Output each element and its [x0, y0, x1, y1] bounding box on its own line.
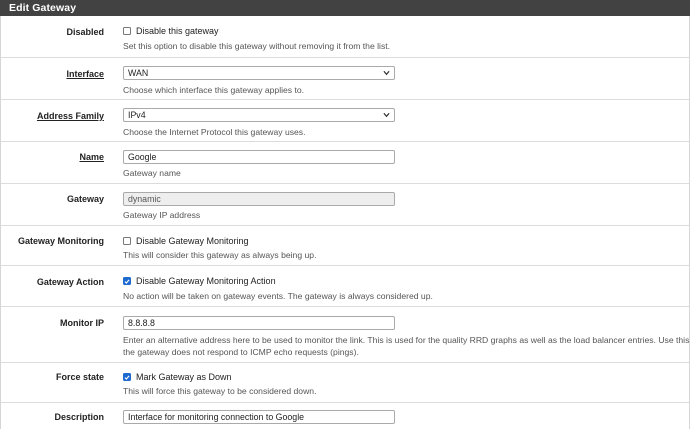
gateway-label: Gateway [66, 194, 104, 204]
chevron-down-icon [383, 112, 390, 118]
force-state-checkbox-group[interactable]: Mark Gateway as Down [123, 372, 232, 382]
panel-title: Edit Gateway [0, 0, 690, 16]
gateway-action-checkbox[interactable] [123, 277, 131, 285]
gateway-help: Gateway IP address [123, 210, 201, 220]
row-force-state: Force state Mark Gateway as Down This wi… [1, 363, 689, 403]
gateway-monitoring-help: This will consider this gateway as alway… [123, 250, 317, 260]
disabled-checkbox[interactable] [123, 27, 131, 35]
gateway-monitoring-label: Gateway Monitoring [17, 236, 104, 246]
address-family-label: Address Family [36, 111, 104, 121]
gateway-action-checkbox-label[interactable]: Disable Gateway Monitoring Action [136, 276, 276, 286]
check-icon [124, 374, 130, 380]
row-gateway: Gateway dynamic Gateway IP address [1, 184, 689, 226]
description-input[interactable]: Interface for monitoring connection to G… [123, 410, 395, 424]
force-state-help: This will force this gateway to be consi… [123, 386, 317, 396]
check-icon [124, 278, 130, 284]
force-state-checkbox-label[interactable]: Mark Gateway as Down [136, 372, 232, 382]
disabled-help: Set this option to disable this gateway … [123, 41, 391, 51]
gateway-monitoring-checkbox-group[interactable]: Disable Gateway Monitoring [123, 236, 249, 246]
force-state-checkbox[interactable] [123, 373, 131, 381]
row-description: Description Interface for monitoring con… [1, 403, 689, 429]
row-name: Name Google Gateway name [1, 142, 689, 184]
name-help: Gateway name [123, 168, 181, 178]
row-address-family: Address Family IPv4 Choose the Internet … [1, 100, 689, 142]
monitor-ip-help-line2: the gateway does not respond to ICMP ech… [123, 347, 359, 357]
address-family-select[interactable]: IPv4 [123, 108, 395, 122]
address-family-select-value: IPv4 [128, 110, 146, 120]
gateway-action-checkbox-group[interactable]: Disable Gateway Monitoring Action [123, 276, 276, 286]
name-input[interactable]: Google [123, 150, 395, 164]
gateway-action-help: No action will be taken on gateway event… [123, 291, 433, 301]
gateway-input[interactable]: dynamic [123, 192, 395, 206]
edit-gateway-form: Disabled Disable this gateway Set this o… [0, 16, 690, 429]
force-state-label: Force state [55, 372, 104, 382]
gateway-monitoring-checkbox[interactable] [123, 237, 131, 245]
disabled-checkbox-group[interactable]: Disable this gateway [123, 26, 219, 36]
address-family-help: Choose the Internet Protocol this gatewa… [123, 127, 306, 137]
row-gateway-action: Gateway Action Disable Gateway Monitorin… [1, 266, 689, 307]
gateway-monitoring-checkbox-label[interactable]: Disable Gateway Monitoring [136, 236, 249, 246]
disabled-checkbox-label[interactable]: Disable this gateway [136, 26, 219, 36]
row-interface: Interface WAN Choose which interface thi… [1, 58, 689, 100]
interface-select[interactable]: WAN [123, 66, 395, 80]
monitor-ip-label: Monitor IP [60, 318, 104, 328]
row-monitor-ip: Monitor IP 8.8.8.8 Enter an alternative … [1, 307, 690, 363]
row-disabled: Disabled Disable this gateway Set this o… [1, 16, 689, 58]
monitor-ip-input[interactable]: 8.8.8.8 [123, 316, 395, 330]
description-label: Description [54, 412, 104, 422]
name-label: Name [79, 152, 104, 162]
row-gateway-monitoring: Gateway Monitoring Disable Gateway Monit… [1, 226, 689, 266]
chevron-down-icon [383, 70, 390, 76]
interface-select-value: WAN [128, 68, 149, 78]
interface-help: Choose which interface this gateway appl… [123, 85, 305, 95]
gateway-action-label: Gateway Action [36, 277, 104, 287]
disabled-label: Disabled [66, 27, 104, 37]
interface-label: Interface [66, 69, 104, 79]
